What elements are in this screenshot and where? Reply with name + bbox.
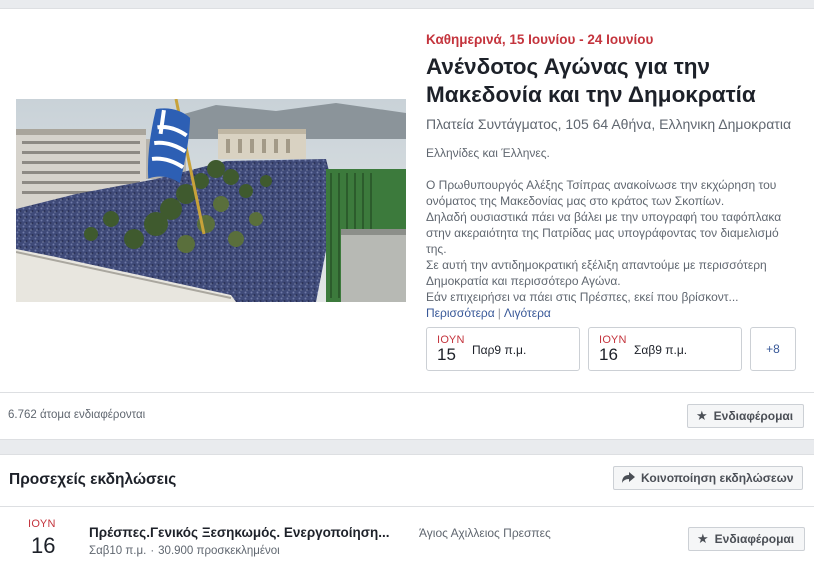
event-card: Καθημερινά, 15 Ιουνίου - 24 Ιουνίου Ανέν… [0,8,814,440]
event-title-line-1: Ανένδοτος Αγώνας για την [426,54,711,79]
section-title: Προσεχείς εκδηλώσεις [9,471,177,488]
description-line: της. [426,242,447,256]
divider [0,506,814,507]
description-line: ονόματος της Μακεδονίας μας στο κράτος τ… [426,194,725,208]
description-greeting: Ελληνίδες και Έλληνες. [426,146,550,160]
share-arrow-icon [622,471,635,486]
description-toggle-links: Περισσότερα | Λιγότερα [426,305,806,321]
interested-count[interactable]: 6.762 άτομα ενδιαφέρονται [8,409,145,421]
date-chip-time: Σαβ9 π.μ. [634,343,688,357]
upcoming-event-guests[interactable]: 30.900 προσκεκλημένοι [158,545,280,557]
interested-button[interactable]: ★ Ενδιαφέρομαι [687,404,804,428]
description-line: Δηλαδή ουσιαστικά πάει να βάλει με την υ… [426,210,782,224]
date-chip[interactable]: ΙΟΥΝ 15 Παρ9 π.μ. [426,327,580,371]
event-title[interactable]: Ανένδοτος Αγώνας για την Μακεδονία και τ… [426,53,806,109]
event-details: Καθημερινά, 15 Ιουνίου - 24 Ιουνίου Ανέν… [426,31,806,321]
event-title-line-2: Μακεδονία και την Δημοκρατία [426,82,756,107]
share-events-button[interactable]: Κοινοποίηση εκδηλώσεων [613,466,803,490]
description-line: Εάν επιχειρήσει να πάει στις Πρέσπες, εκ… [426,290,739,304]
event-location[interactable]: Πλατεία Συντάγματος, 105 64 Αθήνα, Ελλην… [426,114,806,134]
description-line: Ο Πρωθυπουργός Αλέξης Τσίπρας ανακοίνωσε… [426,178,777,192]
upcoming-event-month: ΙΟΥΝ [28,518,56,530]
event-photo-image [16,99,406,302]
date-chip[interactable]: ΙΟΥΝ 16 Σαβ9 π.μ. [588,327,742,371]
divider [0,392,814,393]
link-separator: | [497,306,501,320]
star-icon: ★ [697,531,709,546]
see-less-link[interactable]: Λιγότερα [504,306,551,320]
upcoming-event-place[interactable]: Άγιος Αχιλλειος Πρεσπες [419,526,551,540]
share-events-button-label: Κοινοποίηση εκδηλώσεων [641,471,794,485]
upcoming-events-card: Προσεχείς εκδηλώσεις Κοινοποίηση εκδηλώσ… [0,454,814,571]
description-line: στην ακεραιότητα της Πατρίδας μας υπογρά… [426,226,779,240]
interested-button-label: Ενδιαφέρομαι [714,532,795,546]
more-dates-button[interactable]: +8 [750,327,796,371]
meta-separator: · [150,545,155,557]
star-icon: ★ [696,408,708,423]
date-chip-day: 16 [599,345,618,364]
event-description: Ελληνίδες και Έλληνες. Ο Πρωθυπουργός Αλ… [426,145,806,305]
date-chip-time: Παρ9 π.μ. [472,343,527,357]
upcoming-event-title[interactable]: Πρέσπες.Γενικός Ξεσηκωμός. Ενεργοποίηση.… [89,525,399,540]
upcoming-event-meta: Σαβ10 π.μ. · 30.900 προσκεκλημένοι [89,545,280,557]
upcoming-event-time: Σαβ10 π.μ. [89,545,147,557]
date-chip-day: 15 [437,345,456,364]
upcoming-interested-button[interactable]: ★ Ενδιαφέρομαι [688,527,805,551]
description-line: Δημοκρατία και περισσότερο Αγώνα. [426,274,621,288]
event-cover-photo[interactable] [16,99,406,302]
upcoming-event-day: 16 [31,533,56,558]
event-date-range: Καθημερινά, 15 Ιουνίου - 24 Ιουνίου [426,32,654,47]
see-more-link[interactable]: Περισσότερα [426,306,495,320]
description-line: Σε αυτή την αντιδημοκρατική εξέλιξη απαν… [426,258,767,272]
interested-button-label: Ενδιαφέρομαι [713,409,794,423]
